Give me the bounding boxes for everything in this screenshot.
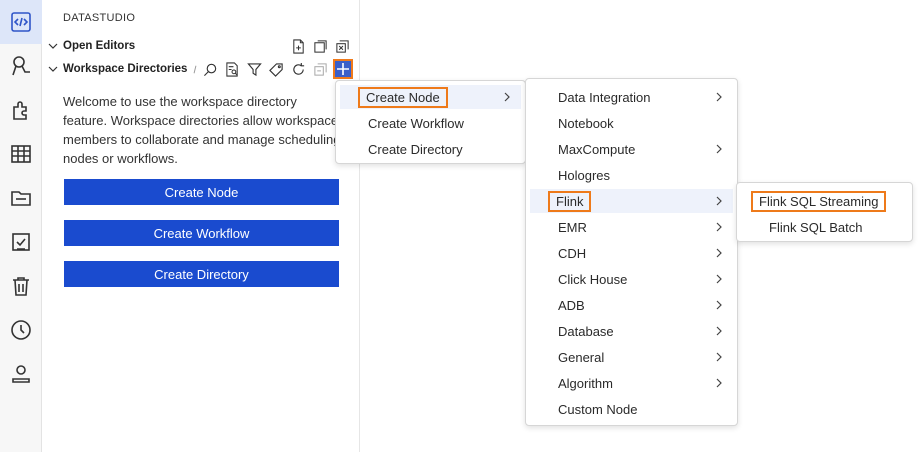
create-plus-button[interactable]	[333, 59, 353, 79]
menu-item-flink[interactable]: Flink	[530, 189, 733, 213]
create-workflow-button[interactable]: Create Workflow	[64, 220, 339, 246]
menu-item-label: Database	[558, 323, 614, 339]
menu-item-label: Hologres	[558, 167, 611, 183]
new-file-icon[interactable]	[287, 35, 309, 57]
activity-bar	[0, 0, 42, 452]
close-all-icon[interactable]	[331, 35, 353, 57]
chevron-right-icon	[716, 300, 722, 310]
menu-item-data-integration[interactable]: Data Integration	[530, 85, 733, 109]
menu-item-create-directory[interactable]: Create Directory	[340, 137, 521, 161]
menu-item-database[interactable]: Database	[530, 319, 733, 343]
search-icon[interactable]	[199, 58, 221, 80]
clock-icon[interactable]	[0, 308, 42, 352]
chevron-right-icon	[716, 222, 722, 232]
menu-item-click-house[interactable]: Click House	[530, 267, 733, 291]
trash-icon[interactable]	[0, 264, 42, 308]
menu-item-label: Create Node	[358, 86, 448, 108]
menu-item-label: General	[558, 349, 605, 365]
menu-item-label: Create Workflow	[368, 115, 464, 131]
sidebar: DATASTUDIO Open Editors Workspace Direct…	[43, 0, 360, 452]
chevron-right-icon	[716, 144, 722, 154]
menu-item-label: Flink SQL Streaming	[751, 190, 887, 212]
overflow-icon	[191, 58, 199, 80]
menu-item-general[interactable]: General	[530, 345, 733, 369]
menu-item-notebook[interactable]: Notebook	[530, 111, 733, 135]
flink-submenu: Flink SQL Streaming Flink SQL Batch	[736, 182, 913, 242]
table-icon[interactable]	[0, 132, 42, 176]
route-icon[interactable]	[0, 44, 42, 88]
menu-item-maxcompute[interactable]: MaxCompute	[530, 137, 733, 161]
chevron-down-icon	[43, 41, 63, 51]
menu-item-create-node[interactable]: Create Node	[340, 85, 521, 109]
menu-item-cdh[interactable]: CDH	[530, 241, 733, 265]
chevron-right-icon	[716, 326, 722, 336]
open-editors-label: Open Editors	[63, 40, 136, 52]
chevron-right-icon	[716, 274, 722, 284]
create-node-button[interactable]: Create Node	[64, 179, 339, 205]
menu-item-custom-node[interactable]: Custom Node	[530, 397, 733, 421]
chevron-right-icon	[716, 352, 722, 362]
workspace-toolbar	[191, 58, 353, 80]
find-file-icon[interactable]	[221, 58, 243, 80]
menu-item-create-workflow[interactable]: Create Workflow	[340, 111, 521, 135]
chevron-right-icon	[716, 92, 722, 102]
workspace-directories-label: Workspace Directories	[63, 63, 188, 75]
menu-item-label: Custom Node	[558, 401, 638, 417]
user-icon[interactable]	[0, 352, 42, 396]
create-menu: Create Node Create Workflow Create Direc…	[335, 80, 526, 164]
checklist-icon[interactable]	[0, 220, 42, 264]
chevron-down-icon	[43, 64, 63, 74]
code-icon[interactable]	[0, 0, 42, 44]
menu-item-flink-sql-streaming[interactable]: Flink SQL Streaming	[741, 189, 908, 213]
puzzle-icon[interactable]	[0, 88, 42, 132]
chevron-right-icon	[504, 92, 510, 102]
save-all-icon[interactable]	[309, 35, 331, 57]
menu-item-emr[interactable]: EMR	[530, 215, 733, 239]
menu-item-label: MaxCompute	[558, 141, 636, 157]
folder-icon[interactable]	[0, 176, 42, 220]
chevron-right-icon	[716, 248, 722, 258]
menu-item-label: ADB	[558, 297, 585, 313]
refresh-icon[interactable]	[287, 58, 309, 80]
menu-item-hologres[interactable]: Hologres	[530, 163, 733, 187]
collapse-all-icon[interactable]	[309, 58, 331, 80]
menu-item-label: Notebook	[558, 115, 614, 131]
menu-item-flink-sql-batch[interactable]: Flink SQL Batch	[741, 215, 908, 239]
menu-item-label: Algorithm	[558, 375, 613, 391]
open-editors-toolbar	[287, 35, 353, 57]
menu-item-label: Flink SQL Batch	[769, 219, 863, 235]
chevron-right-icon	[716, 196, 722, 206]
menu-item-label: Create Directory	[368, 141, 463, 157]
menu-item-label: Flink	[548, 190, 592, 212]
sidebar-title: DATASTUDIO	[63, 12, 136, 24]
menu-item-label: EMR	[558, 219, 587, 235]
menu-item-label: Data Integration	[558, 89, 651, 105]
create-directory-button[interactable]: Create Directory	[64, 261, 339, 287]
menu-item-adb[interactable]: ADB	[530, 293, 733, 317]
tag-icon[interactable]	[265, 58, 287, 80]
node-type-menu: Data Integration Notebook MaxCompute Hol…	[525, 78, 738, 426]
menu-item-label: CDH	[558, 245, 587, 261]
chevron-right-icon	[716, 378, 722, 388]
welcome-text: Welcome to use the workspace directory f…	[63, 94, 341, 166]
filter-icon[interactable]	[243, 58, 265, 80]
menu-item-label: Click House	[558, 271, 628, 287]
menu-item-algorithm[interactable]: Algorithm	[530, 371, 733, 395]
